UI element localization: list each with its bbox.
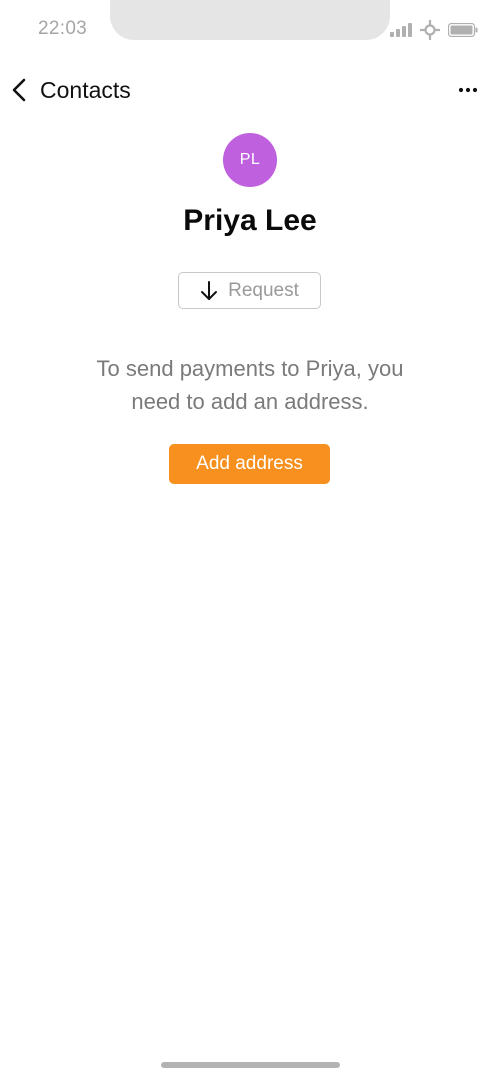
wifi-icon: [420, 20, 440, 40]
chevron-left-icon: [10, 77, 30, 103]
status-time: 22:03: [38, 18, 88, 39]
battery-icon: [448, 23, 478, 37]
avatar-initials: PL: [239, 151, 261, 168]
status-bar: 22:03: [0, 0, 500, 60]
request-label: Request: [228, 279, 299, 301]
home-indicator[interactable]: [161, 1062, 340, 1068]
add-address-button[interactable]: Add address: [169, 444, 330, 484]
device-notch: [110, 0, 390, 40]
back-label: Contacts: [40, 76, 131, 103]
signal-icon: [390, 23, 412, 37]
request-button[interactable]: Request: [178, 272, 321, 309]
contact-name: Priya Lee: [183, 204, 317, 237]
message-line-1: To send payments to Priya, you: [96, 356, 404, 381]
back-button[interactable]: Contacts: [10, 74, 131, 106]
status-icons: [390, 20, 478, 40]
message-line-2: need to add an address.: [131, 389, 369, 414]
avatar: PL: [223, 133, 277, 187]
add-address-message: To send payments to Priya, you need to a…: [50, 352, 450, 418]
arrow-down-icon: [200, 280, 218, 301]
more-button[interactable]: [456, 78, 480, 102]
more-horizontal-icon: [456, 87, 480, 106]
nav-bar: Contacts: [0, 70, 500, 110]
